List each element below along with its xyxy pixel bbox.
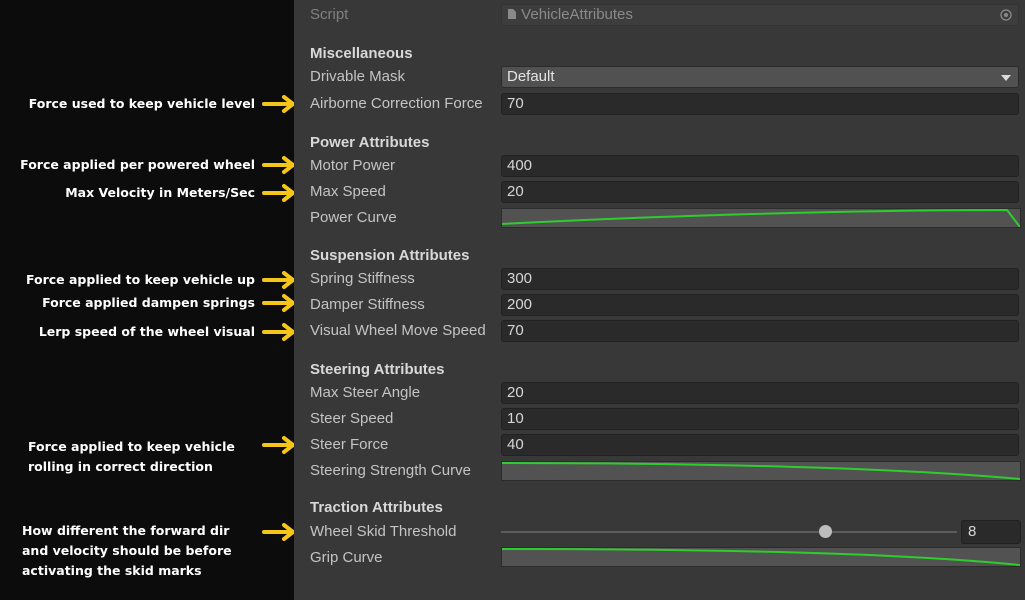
skid-threshold-slider-thumb[interactable]: [818, 525, 832, 538]
annotation-skid-line1: How different the forward dir: [22, 523, 230, 538]
airborne-correction-label: Airborne Correction Force: [310, 95, 483, 112]
object-picker-icon[interactable]: [1000, 9, 1012, 21]
visual-wheel-move-speed-label: Visual Wheel Move Speed: [310, 322, 486, 339]
section-header-power: Power Attributes: [310, 134, 430, 151]
grip-curve-graph: [502, 548, 1020, 566]
section-header-steering: Steering Attributes: [310, 361, 445, 378]
skid-threshold-input[interactable]: 8: [961, 520, 1021, 544]
section-header-miscellaneous: Miscellaneous: [310, 45, 413, 62]
annotation-panel: Force used to keep vehicle level Force a…: [0, 0, 295, 600]
max-speed-input[interactable]: 20: [501, 181, 1019, 203]
annotation-steer-force-line2: rolling in correct direction: [28, 459, 213, 474]
annotation-max-speed: Max Velocity in Meters/Sec: [65, 185, 255, 200]
spring-stiffness-label: Spring Stiffness: [310, 270, 415, 287]
annotation-airborne: Force used to keep vehicle level: [28, 96, 255, 111]
power-curve-graph: [502, 209, 1020, 227]
script-field[interactable]: VehicleAttributes: [501, 4, 1019, 26]
steer-force-input[interactable]: 40: [501, 434, 1019, 456]
annotation-skid-line2: and velocity should be before: [22, 543, 232, 558]
skid-threshold-slider-track[interactable]: [501, 531, 957, 533]
grip-curve-label: Grip Curve: [310, 549, 383, 566]
annotation-damper: Force applied dampen springs: [42, 295, 255, 310]
script-value: VehicleAttributes: [521, 6, 633, 23]
annotation-wheel-visual: Lerp speed of the wheel visual: [38, 324, 255, 339]
drivable-mask-dropdown[interactable]: Default: [501, 66, 1019, 88]
damper-stiffness-input[interactable]: 200: [501, 294, 1019, 316]
steer-speed-label: Steer Speed: [310, 410, 394, 427]
airborne-correction-input[interactable]: 70: [501, 93, 1019, 115]
motor-power-input[interactable]: 400: [501, 155, 1019, 177]
section-header-traction: Traction Attributes: [310, 499, 443, 516]
power-curve-field[interactable]: [501, 208, 1021, 228]
max-speed-label: Max Speed: [310, 183, 386, 200]
drivable-mask-label: Drivable Mask: [310, 68, 406, 85]
script-label: Script: [310, 6, 349, 23]
max-steer-angle-label: Max Steer Angle: [310, 384, 421, 401]
annotation-motor-power: Force applied per powered wheel: [20, 157, 255, 172]
damper-stiffness-label: Damper Stiffness: [310, 296, 425, 313]
inspector-panel: Script VehicleAttributes Miscellaneous D…: [294, 0, 1025, 600]
section-header-suspension: Suspension Attributes: [310, 247, 470, 264]
steering-curve-graph: [502, 462, 1020, 480]
annotation-steer-force-line1: Force applied to keep vehicle: [28, 439, 235, 454]
steering-strength-curve-field[interactable]: [501, 461, 1021, 481]
annotation-skid-line3: activating the skid marks: [22, 563, 202, 578]
grip-curve-field[interactable]: [501, 547, 1021, 567]
wheel-skid-threshold-label: Wheel Skid Threshold: [310, 523, 457, 540]
steer-speed-input[interactable]: 10: [501, 408, 1019, 430]
script-file-icon: [508, 9, 516, 19]
spring-stiffness-input[interactable]: 300: [501, 268, 1019, 290]
annotation-spring: Force applied to keep vehicle up: [25, 272, 255, 287]
steering-strength-curve-label: Steering Strength Curve: [310, 462, 471, 479]
drivable-mask-value: Default: [507, 68, 555, 85]
max-steer-angle-input[interactable]: 20: [501, 382, 1019, 404]
motor-power-label: Motor Power: [310, 157, 396, 174]
steer-force-label: Steer Force: [310, 436, 389, 453]
visual-wheel-move-speed-input[interactable]: 70: [501, 320, 1019, 342]
power-curve-label: Power Curve: [310, 209, 397, 226]
chevron-down-icon: [1001, 75, 1011, 81]
